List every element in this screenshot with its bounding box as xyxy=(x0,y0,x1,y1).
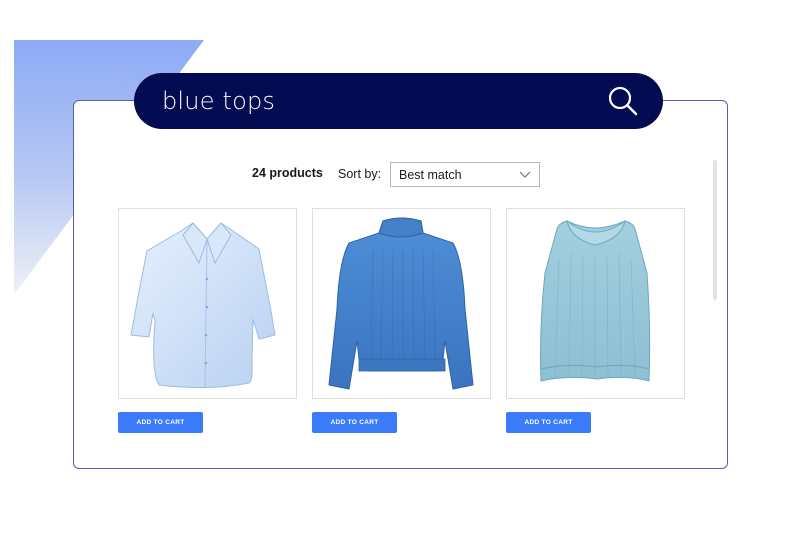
vest-image xyxy=(540,219,651,382)
sort-select-value: Best match xyxy=(399,168,462,182)
add-to-cart-button[interactable]: ADD TO CART xyxy=(312,412,397,433)
results-count: 24 products xyxy=(252,166,323,180)
sort-by-label: Sort by: xyxy=(338,167,382,181)
product-card-shirt[interactable] xyxy=(118,208,297,399)
sweater-image xyxy=(328,217,474,390)
sort-select[interactable]: Best match xyxy=(390,162,540,187)
search-bar xyxy=(134,73,663,129)
scrollbar[interactable] xyxy=(713,160,717,300)
chevron-down-icon xyxy=(519,171,531,178)
search-input[interactable] xyxy=(162,82,582,120)
add-to-cart-button[interactable]: ADD TO CART xyxy=(118,412,203,433)
shirt-image xyxy=(130,222,276,389)
add-to-cart-button[interactable]: ADD TO CART xyxy=(506,412,591,433)
product-card-vest[interactable] xyxy=(506,208,685,399)
search-icon xyxy=(608,86,638,116)
search-button[interactable] xyxy=(606,84,640,118)
product-card-sweater[interactable] xyxy=(312,208,491,399)
